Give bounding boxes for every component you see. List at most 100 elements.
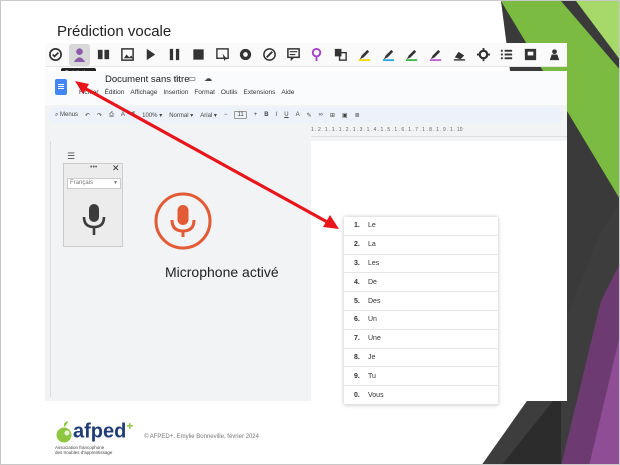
insert-image-icon[interactable]: ▣ — [342, 112, 348, 119]
menu-tools[interactable]: Outils — [221, 89, 238, 96]
menu-extensions[interactable]: Extensions — [244, 89, 276, 96]
dictionary-icon[interactable] — [306, 44, 328, 66]
menu-format[interactable]: Format — [194, 89, 215, 96]
prediction-word: De — [368, 278, 377, 286]
prediction-number: 8. — [354, 353, 360, 361]
image-icon[interactable] — [116, 44, 138, 66]
list-icon[interactable] — [496, 44, 518, 66]
print-icon[interactable]: ⎙ — [109, 112, 114, 119]
highlight-icon[interactable]: ✎ — [307, 112, 312, 119]
remove-highlight-icon[interactable] — [448, 44, 470, 66]
search-menus-label: Menus — [60, 111, 79, 118]
settings-icon[interactable] — [472, 44, 494, 66]
font-value: Arial — [200, 112, 213, 119]
prediction-item[interactable]: 2. La — [344, 236, 498, 255]
prediction-number: 6. — [354, 316, 360, 324]
prediction-word: Tu — [368, 372, 376, 380]
redo-icon[interactable]: ↷ — [97, 112, 102, 119]
prediction-word: Je — [368, 353, 376, 361]
prediction-item[interactable]: 6. Un — [344, 311, 498, 330]
pen-icon[interactable] — [259, 44, 281, 66]
prediction-item[interactable]: 9. Tu — [344, 367, 498, 387]
menu-bar: Fichier Édition Affichage Insertion Form… — [79, 89, 300, 96]
menu-view[interactable]: Affichage — [130, 89, 157, 96]
prediction-number: 5. — [354, 297, 360, 305]
logo-subtitle: Association francophone des troubles d'ap… — [55, 445, 135, 455]
undo-icon[interactable]: ↶ — [85, 112, 90, 119]
prediction-word: Vous — [368, 391, 384, 399]
prediction-item[interactable]: 3. Les — [344, 255, 498, 274]
comment-icon[interactable]: ⊞ — [330, 112, 335, 119]
prediction-number: 2. — [354, 241, 360, 249]
menu-edit[interactable]: Édition — [105, 89, 125, 96]
font-size-input[interactable]: 11 — [234, 111, 247, 119]
prediction-number: 9. — [354, 372, 360, 380]
pause-icon[interactable] — [164, 44, 186, 66]
prediction-item[interactable]: 0. Vous — [344, 386, 498, 405]
paint-format-icon[interactable]: ¶ — [132, 112, 135, 118]
star-folder-cloud-icons[interactable]: ☆ ▭ ☁ — [173, 74, 215, 83]
docs-header: Document sans titre ☆ ▭ ☁ Fichier Éditio… — [45, 71, 567, 105]
prediction-item[interactable]: 4. De — [344, 273, 498, 293]
voice-typing-header: ••• ✕ — [64, 163, 124, 176]
docs-logo-icon[interactable] — [55, 79, 67, 95]
prediction-item[interactable]: 1. Le — [344, 217, 498, 236]
extension-toolbar — [45, 43, 567, 67]
highlight-yellow-icon[interactable] — [354, 44, 376, 66]
prediction-item[interactable]: 8. Je — [344, 349, 498, 368]
translate-icon[interactable] — [330, 44, 352, 66]
highlight-blue-icon[interactable] — [377, 44, 399, 66]
prediction-number: 4. — [354, 278, 360, 286]
prediction-word: Des — [368, 297, 381, 305]
apple-logo-icon — [56, 421, 72, 443]
highlight-purple-icon[interactable] — [425, 44, 447, 66]
voice-typing-microphone-icon[interactable] — [80, 202, 108, 238]
more-options-icon[interactable]: ••• — [90, 164, 97, 171]
highlight-green-icon[interactable] — [401, 44, 423, 66]
prediction-icon[interactable] — [68, 43, 91, 66]
menu-help[interactable]: Aide — [281, 89, 294, 96]
slide-title: Prédiction vocale — [57, 23, 172, 40]
prediction-word: Le — [368, 222, 376, 230]
speaker-icon[interactable] — [543, 44, 565, 66]
font-size-decrease[interactable]: − — [224, 112, 228, 118]
menu-insert[interactable]: Insertion — [163, 89, 188, 96]
search-menus[interactable]: ⌕ Menus — [55, 112, 78, 119]
check-icon[interactable] — [45, 44, 67, 66]
prediction-number: 7. — [354, 335, 360, 343]
screen-select-icon[interactable] — [211, 44, 233, 66]
presentation-slide: Prédiction vocale Prédiction Document sa… — [0, 0, 620, 465]
eye-icon[interactable] — [235, 44, 257, 66]
book-icon[interactable] — [92, 44, 114, 66]
language-select[interactable]: Français ▾ — [67, 178, 121, 189]
document-outline-icon[interactable]: ☰ — [67, 151, 75, 162]
afped-logo: afped+ Association francophone des troubl… — [55, 419, 145, 459]
vertical-ruler — [47, 141, 51, 397]
link-icon[interactable]: ∞ — [319, 112, 323, 118]
bold-icon[interactable]: B — [264, 112, 268, 118]
menu-file[interactable]: Fichier — [79, 89, 99, 96]
logo-plus: + — [126, 419, 134, 433]
speech-bubble-icon[interactable] — [282, 44, 304, 66]
prediction-item[interactable]: 5. Des — [344, 292, 498, 311]
logo-wordmark: afped+ — [73, 419, 133, 444]
style-value: Normal — [169, 112, 189, 119]
logo-word: afped — [73, 420, 127, 443]
style-select[interactable]: Normal ▾ — [169, 112, 193, 119]
play-icon[interactable] — [140, 44, 162, 66]
align-icon[interactable]: ≣ — [355, 112, 360, 119]
underline-icon[interactable]: U — [284, 112, 288, 118]
font-size-increase[interactable]: + — [254, 112, 258, 118]
book-cover-icon[interactable] — [520, 44, 542, 66]
italic-icon[interactable]: I — [276, 112, 278, 118]
prediction-number: 3. — [354, 259, 360, 267]
prediction-item[interactable]: 7. Une — [344, 330, 498, 349]
microphone-caption: Microphone activé — [165, 264, 279, 280]
chevron-down-icon: ▾ — [113, 180, 117, 186]
spellcheck-icon[interactable]: A — [121, 112, 125, 118]
zoom-select[interactable]: 100% ▾ — [142, 112, 162, 119]
close-icon[interactable]: ✕ — [112, 163, 120, 174]
stop-icon[interactable] — [187, 44, 209, 66]
text-color-icon[interactable]: A — [296, 112, 300, 118]
font-select[interactable]: Arial ▾ — [200, 112, 217, 119]
